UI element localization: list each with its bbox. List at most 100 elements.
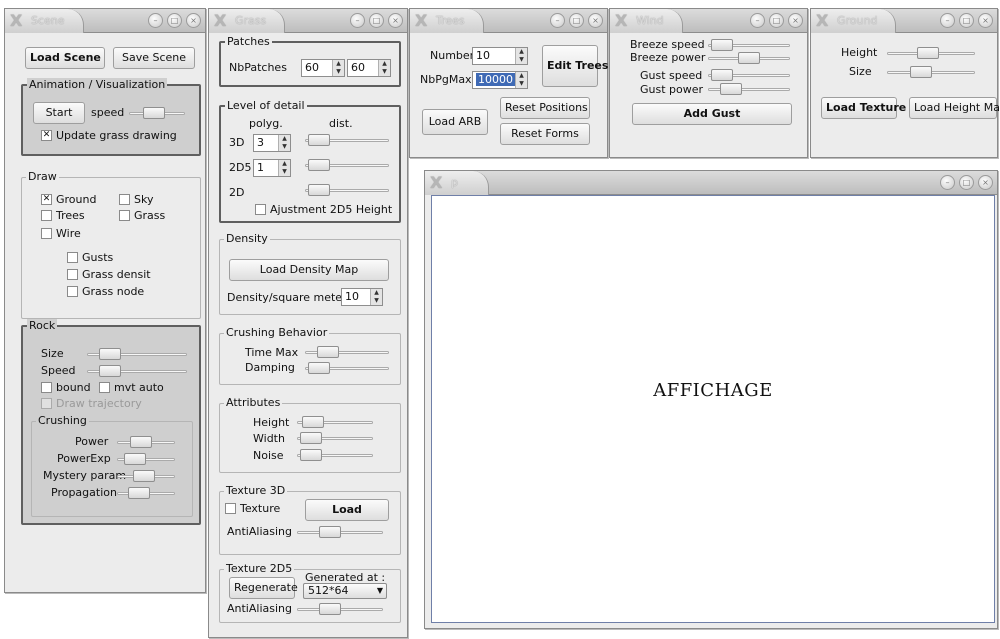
slider-handle[interactable] <box>143 107 165 119</box>
sky-checkbox[interactable]: Sky <box>119 193 153 206</box>
lod-3d-spinbox[interactable]: 3 ▲ ▼ <box>253 134 291 152</box>
load-texture-button[interactable]: Load Texture <box>821 97 906 119</box>
load-arb-button[interactable]: Load ARB <box>422 109 488 135</box>
display-canvas[interactable]: AFFICHAGE <box>431 195 995 623</box>
mvt-auto-checkbox[interactable]: mvt auto <box>99 381 164 394</box>
close-icon[interactable]: × <box>978 175 993 190</box>
maximize-icon[interactable]: □ <box>769 13 784 28</box>
trees-titlebar[interactable]: X Trees – □ × <box>410 9 607 33</box>
slider-handle[interactable] <box>302 416 324 428</box>
bound-checkbox[interactable]: bound <box>41 381 91 394</box>
start-button[interactable]: Start <box>33 102 85 124</box>
load-height-map-button[interactable]: Load Height Map <box>909 97 1000 119</box>
slider-handle[interactable] <box>711 69 733 81</box>
wind-titlebar[interactable]: X Wind – □ × <box>610 9 807 33</box>
spin-arrows-icon[interactable]: ▲ ▼ <box>378 60 390 76</box>
speed-slider[interactable] <box>129 107 185 119</box>
slider-handle[interactable] <box>917 47 939 59</box>
spin-arrows-icon[interactable]: ▲ ▼ <box>278 135 290 151</box>
display-title-tab[interactable]: Xp <box>425 171 489 195</box>
attr-noise-slider[interactable] <box>297 449 373 461</box>
minimize-icon[interactable]: – <box>148 13 163 28</box>
maximize-icon[interactable]: □ <box>167 13 182 28</box>
gusts-checkbox[interactable]: Gusts <box>67 251 113 264</box>
close-icon[interactable]: × <box>588 13 603 28</box>
slider-handle[interactable] <box>910 66 932 78</box>
lod-3d-slider[interactable] <box>305 134 389 146</box>
resolution-combo[interactable]: 512*64 ▼ <box>303 583 387 599</box>
ground-checkbox[interactable]: ✕ Ground <box>41 193 96 206</box>
nbpgmax-spinbox[interactable]: 10000 ▲ ▼ <box>472 71 528 89</box>
lod-2d-slider[interactable] <box>305 184 389 196</box>
minimize-icon[interactable]: – <box>940 175 955 190</box>
timemax-slider[interactable] <box>305 346 389 358</box>
add-gust-button[interactable]: Add Gust <box>632 103 792 125</box>
rock-speed-slider[interactable] <box>87 365 187 377</box>
scene-title-tab[interactable]: X Scene <box>5 9 84 33</box>
texture-checkbox[interactable]: Texture <box>225 502 280 515</box>
slider-handle[interactable] <box>308 362 330 374</box>
ground-title-tab[interactable]: X Ground <box>811 9 897 33</box>
spin-arrows-icon[interactable]: ▲ ▼ <box>515 72 527 88</box>
close-icon[interactable]: × <box>788 13 803 28</box>
slider-handle[interactable] <box>124 453 146 465</box>
wind-title-tab[interactable]: X Wind <box>610 9 683 33</box>
minimize-icon[interactable]: – <box>940 13 955 28</box>
spin-arrows-icon[interactable]: ▲ ▼ <box>278 160 290 176</box>
gust-speed-slider[interactable] <box>708 69 790 81</box>
antialiasing-3d-slider[interactable] <box>297 526 383 538</box>
slider-handle[interactable] <box>99 348 121 360</box>
gust-power-slider[interactable] <box>708 83 790 95</box>
grass-titlebar[interactable]: X Grass – □ × <box>209 9 407 33</box>
spin-arrows-icon[interactable]: ▲ ▼ <box>370 289 382 305</box>
close-icon[interactable]: × <box>186 13 201 28</box>
load-texture3d-button[interactable]: Load <box>305 499 389 521</box>
slider-handle[interactable] <box>738 52 760 64</box>
lod-2d5-slider[interactable] <box>305 159 389 171</box>
adjust-2d5-checkbox[interactable]: Ajustment 2D5 Height <box>255 203 392 216</box>
save-scene-button[interactable]: Save Scene <box>113 47 195 69</box>
maximize-icon[interactable]: □ <box>569 13 584 28</box>
update-grass-checkbox[interactable]: ✕ Update grass drawing <box>41 129 177 142</box>
rock-size-slider[interactable] <box>87 348 187 360</box>
spin-arrows-icon[interactable]: ▲ ▼ <box>515 48 527 64</box>
maximize-icon[interactable]: □ <box>959 13 974 28</box>
load-scene-button[interactable]: Load Scene <box>25 47 105 69</box>
ground-size-slider[interactable] <box>887 66 975 78</box>
slider-handle[interactable] <box>99 365 121 377</box>
scene-titlebar[interactable]: X Scene – □ × <box>5 9 205 33</box>
slider-handle[interactable] <box>133 470 155 482</box>
grass-node-checkbox[interactable]: Grass node <box>67 285 144 298</box>
regenerate-button[interactable]: Regenerate <box>229 577 298 599</box>
slider-handle[interactable] <box>300 432 322 444</box>
propagation-slider[interactable] <box>117 487 175 499</box>
ground-height-slider[interactable] <box>887 47 975 59</box>
breeze-speed-slider[interactable] <box>708 39 790 51</box>
powerexp-slider[interactable] <box>117 453 175 465</box>
mystery-slider[interactable] <box>117 470 175 482</box>
trees-checkbox[interactable]: Trees <box>41 209 85 222</box>
slider-handle[interactable] <box>319 603 341 615</box>
slider-handle[interactable] <box>711 39 733 51</box>
number-spinbox[interactable]: 10 ▲ ▼ <box>472 47 528 65</box>
slider-handle[interactable] <box>319 526 341 538</box>
slider-handle[interactable] <box>317 346 339 358</box>
wire-checkbox[interactable]: Wire <box>41 227 81 240</box>
checkbox-box[interactable]: ✕ <box>41 130 52 141</box>
power-slider[interactable] <box>117 436 175 448</box>
close-icon[interactable]: × <box>388 13 403 28</box>
nbpatches-y-spinbox[interactable]: 60 ▲ ▼ <box>347 59 391 77</box>
slider-handle[interactable] <box>308 134 330 146</box>
slider-handle[interactable] <box>308 159 330 171</box>
slider-handle[interactable] <box>300 449 322 461</box>
close-icon[interactable]: × <box>978 13 993 28</box>
reset-positions-button[interactable]: Reset Positions <box>500 97 590 119</box>
slider-handle[interactable] <box>720 83 742 95</box>
ground-titlebar[interactable]: X Ground – □ × <box>811 9 997 33</box>
display-titlebar[interactable]: Xp – □ × <box>425 171 997 195</box>
slider-handle[interactable] <box>308 184 330 196</box>
damping-slider[interactable] <box>305 362 389 374</box>
attr-width-slider[interactable] <box>297 432 373 444</box>
grass-title-tab[interactable]: X Grass <box>209 9 286 33</box>
antialiasing-2d5-slider[interactable] <box>297 603 383 615</box>
